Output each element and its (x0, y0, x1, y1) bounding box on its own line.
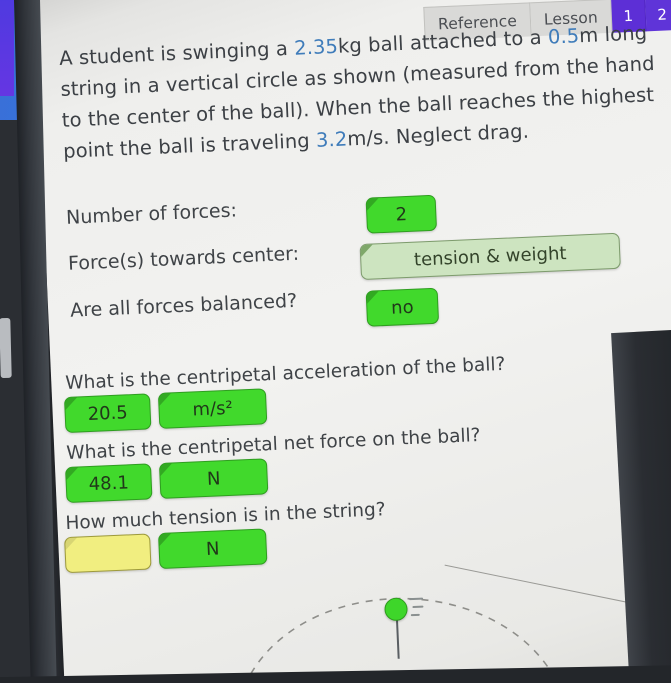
row-forces-toward-center: Force(s) towards center: (68, 243, 300, 275)
screenshot-root: Reference Lesson 1 2 A student is swingi… (0, 0, 671, 683)
desktop-purple-strip (0, 0, 14, 96)
vertical-circle-diagram (235, 597, 565, 683)
question-prompt-tension: How much tension is in the string? (65, 499, 387, 535)
vector-mark (410, 613, 420, 617)
field-forces-balanced[interactable]: no (365, 287, 440, 327)
label-forces-balanced: Are all forces balanced? (69, 289, 298, 322)
vector-mark (409, 597, 424, 601)
statement-value-mass: 2.35 (293, 34, 339, 60)
string-line (395, 618, 400, 659)
answer-row-centripetal-net-force: 48.1 N (65, 458, 269, 504)
answer-row-centripetal-acceleration: 20.5 m/s² (63, 388, 268, 434)
answer-value-centripetal-acceleration[interactable]: 20.5 (63, 393, 152, 434)
label-number-of-forces: Number of forces: (65, 199, 238, 229)
ball-icon (384, 597, 409, 622)
label-forces-toward-center: Force(s) towards center: (67, 242, 300, 275)
statement-part: m/s. Neglect drag. (346, 119, 530, 151)
scrollbar-thumb[interactable] (0, 317, 12, 379)
field-number-of-forces[interactable]: 2 (365, 194, 438, 234)
answer-input-tension[interactable] (64, 533, 152, 574)
question-prompt-centripetal-acceleration: What is the centripetal acceleration of … (64, 353, 506, 395)
answer-row-tension: N (64, 528, 268, 574)
field-forces-toward-center[interactable]: tension & weight (359, 232, 621, 281)
statement-part: kg ball attached to a (337, 25, 549, 58)
problem-statement: A student is swinging a 2.35kg ball atta… (59, 16, 671, 166)
answer-value-centripetal-net-force[interactable]: 48.1 (65, 463, 153, 504)
statement-value-radius: 0.5 (547, 24, 580, 49)
row-number-of-forces: Number of forces: (66, 199, 238, 228)
answer-unit-tension[interactable]: N (157, 528, 268, 570)
statement-part: A student is swinging a (58, 36, 295, 70)
worksheet-page: Reference Lesson 1 2 A student is swingi… (34, 0, 671, 683)
row-forces-balanced: Are all forces balanced? (70, 290, 298, 322)
answer-unit-centripetal-acceleration[interactable]: m/s² (157, 388, 268, 429)
answer-unit-centripetal-net-force[interactable]: N (158, 458, 269, 499)
vector-mark (412, 605, 424, 609)
velocity-vector-marks (409, 597, 436, 624)
statement-value-speed: 3.2 (315, 127, 348, 152)
question-prompt-centripetal-net-force: What is the centripetal net force on the… (65, 424, 481, 465)
